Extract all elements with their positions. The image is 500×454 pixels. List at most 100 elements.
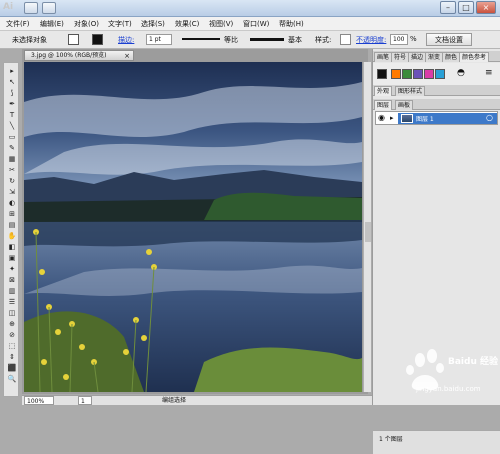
- chart-tool-icon[interactable]: ▥: [7, 287, 17, 295]
- menu-effect[interactable]: 效果(C): [175, 19, 199, 29]
- bridge-button[interactable]: [24, 2, 38, 14]
- visibility-eye-icon[interactable]: ◉: [378, 113, 385, 122]
- layers-footer: 1 个图层: [373, 430, 500, 454]
- guide-swatch-5[interactable]: [435, 69, 445, 79]
- appearance-panel-tabs: 外观 图形样式: [373, 85, 500, 96]
- zoom-field[interactable]: 100%: [24, 396, 54, 405]
- document-settings-button[interactable]: 文档设置: [426, 33, 472, 46]
- stroke-profile-preview[interactable]: [182, 38, 220, 40]
- artboard-tool-icon[interactable]: ▣: [7, 254, 17, 262]
- hand-tool-icon[interactable]: ✋: [7, 232, 17, 240]
- line-tool-icon[interactable]: ╲: [7, 122, 17, 130]
- guide-swatch-2[interactable]: [402, 69, 412, 79]
- close-tab-icon[interactable]: ×: [124, 51, 130, 61]
- tab-color[interactable]: 颜色: [442, 52, 461, 62]
- zoom-tool-icon[interactable]: 🔍: [7, 375, 17, 383]
- pencil-tool-icon[interactable]: ✎: [7, 144, 17, 152]
- guide-swatch-3[interactable]: [413, 69, 423, 79]
- stroke-swatch[interactable]: [92, 34, 103, 45]
- opacity-link[interactable]: 不透明度:: [356, 35, 386, 45]
- brush-preview[interactable]: [250, 38, 284, 41]
- layers-panel-tabs: 图层 画板: [373, 99, 500, 110]
- tab-symbols[interactable]: 符号: [391, 52, 410, 62]
- selection-status: 未选择对象: [12, 36, 47, 44]
- layer-row[interactable]: ◉ ▸ 图层 1 ○: [375, 111, 498, 125]
- menu-type[interactable]: 文字(T): [108, 19, 132, 29]
- color-guide-row: ◓ ≡: [373, 63, 500, 85]
- target-circle-icon[interactable]: ○: [486, 113, 493, 122]
- align-tool-icon[interactable]: ☰: [7, 298, 17, 306]
- harmony-menu-icon[interactable]: ◓: [457, 68, 465, 78]
- type-tool-icon[interactable]: T: [7, 111, 17, 119]
- rectangle-tool-icon[interactable]: ▭: [7, 133, 17, 141]
- menu-select[interactable]: 选择(S): [141, 19, 165, 29]
- style-label: 样式:: [315, 36, 332, 44]
- live-paint-tool-icon[interactable]: ◧: [7, 243, 17, 251]
- stroke-weight-field[interactable]: 1 pt: [146, 34, 172, 45]
- slice-tool-icon[interactable]: ⬚: [7, 342, 17, 350]
- brush-label[interactable]: 基本: [288, 35, 302, 45]
- eraser-tool-icon[interactable]: ⊘: [7, 331, 17, 339]
- page-field[interactable]: 1: [78, 396, 92, 405]
- opacity-field[interactable]: 100: [390, 34, 408, 45]
- tab-color-guide[interactable]: 颜色参考: [459, 52, 490, 62]
- landscape-photo: [24, 62, 362, 392]
- fill-swatch[interactable]: [68, 34, 79, 45]
- guide-swatch-4[interactable]: [424, 69, 434, 79]
- selection-tool-icon[interactable]: ▸: [7, 67, 17, 75]
- menu-edit[interactable]: 编辑(E): [40, 19, 64, 29]
- base-color-swatch[interactable]: [377, 69, 387, 79]
- scissors-tool-icon[interactable]: ✂: [7, 166, 17, 174]
- stroke-link[interactable]: 描边:: [118, 35, 134, 45]
- maximize-button[interactable]: □: [458, 1, 474, 14]
- watermark: Baidu 经验 jingyan.baidu.com: [400, 346, 498, 396]
- toolbox: ▸ ↖ ⟆ ✒ T ╲ ▭ ✎ ▦ ✂ ↻ ⇲ ◐ ⊞ ▤ ✋ ◧ ▣ ✦ ⊠ ▥ ☰ ◫ ⊕ ⊘ ⬚ ⇕ ⬛ 🔍: [3, 62, 19, 397]
- symbol-sprayer-tool-icon[interactable]: ⊞: [7, 210, 17, 218]
- tab-graphic-styles[interactable]: 图形样式: [395, 86, 426, 96]
- menu-object[interactable]: 对象(O): [74, 19, 99, 29]
- tab-artboards[interactable]: 画板: [395, 100, 414, 110]
- menu-help[interactable]: 帮助(H): [279, 19, 304, 29]
- scale-tool-icon[interactable]: ⇲: [7, 188, 17, 196]
- document-image: [24, 62, 362, 392]
- close-button[interactable]: ×: [476, 1, 496, 14]
- shape-builder-tool-icon[interactable]: ⊕: [7, 320, 17, 328]
- control-bar: 未选择对象 描边: 1 pt 等比 基本 样式: 不透明度: 100 % 文档设…: [0, 31, 500, 49]
- tab-brushes[interactable]: 画笔: [374, 52, 393, 62]
- scroll-thumb[interactable]: [365, 222, 371, 242]
- guide-swatch-1[interactable]: [391, 69, 401, 79]
- layer-name[interactable]: 图层 1: [416, 114, 434, 123]
- document-tab[interactable]: 3.jpg @ 100% (RGB/预览) ×: [24, 50, 134, 61]
- lasso-tool-icon[interactable]: ⟆: [7, 89, 17, 97]
- width-tool-icon[interactable]: ⇕: [7, 353, 17, 361]
- watermark-brand: Baidu 经验: [448, 357, 499, 367]
- expand-arrow-icon[interactable]: ▸: [390, 114, 394, 122]
- menu-window[interactable]: 窗口(W): [243, 19, 269, 29]
- arrange-documents-button[interactable]: [42, 2, 56, 14]
- opacity-unit: %: [410, 35, 417, 43]
- direct-selection-tool-icon[interactable]: ↖: [7, 78, 17, 86]
- minimize-button[interactable]: –: [440, 1, 456, 14]
- gradient-tool-icon[interactable]: ✦: [7, 265, 17, 273]
- status-mode: 编组选择: [162, 397, 187, 404]
- tab-appearance[interactable]: 外观: [374, 86, 393, 96]
- blend-tool-icon[interactable]: ◐: [7, 199, 17, 207]
- eyedropper-tool-icon[interactable]: ⊠: [7, 276, 17, 284]
- menu-view[interactable]: 视图(V): [209, 19, 233, 29]
- pen-tool-icon[interactable]: ✒: [7, 100, 17, 108]
- stroke-profile-label[interactable]: 等比: [224, 35, 238, 45]
- fill-stroke-tool-icon[interactable]: ⬛: [7, 364, 17, 372]
- menu-file[interactable]: 文件(F): [6, 19, 30, 29]
- perspective-tool-icon[interactable]: ◫: [7, 309, 17, 317]
- tab-gradient[interactable]: 渐变: [425, 52, 444, 62]
- tab-layers[interactable]: 图层: [374, 100, 393, 110]
- style-swatch[interactable]: [340, 34, 351, 45]
- tab-stroke[interactable]: 描边: [408, 52, 427, 62]
- layer-count: 1 个图层: [379, 436, 403, 443]
- mesh-tool-icon[interactable]: ▦: [7, 155, 17, 163]
- graph-tool-icon[interactable]: ▤: [7, 221, 17, 229]
- menu-bar: 文件(F) 编辑(E) 对象(O) 文字(T) 选择(S) 效果(C) 视图(V…: [0, 17, 500, 31]
- panel-menu-icon[interactable]: ≡: [485, 68, 493, 78]
- rotate-tool-icon[interactable]: ↻: [7, 177, 17, 185]
- vertical-scrollbar[interactable]: [363, 62, 371, 392]
